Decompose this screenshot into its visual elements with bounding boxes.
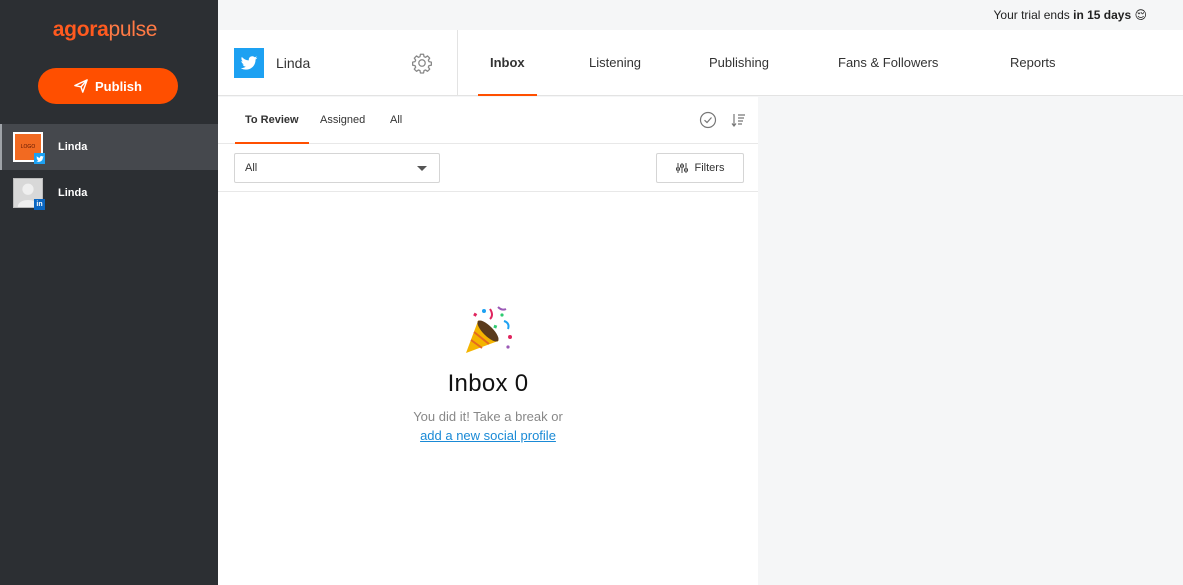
twitter-badge-icon [34,153,45,164]
tab-publishing[interactable]: Publishing [709,30,769,96]
account-selector: Linda [218,30,458,96]
empty-state: Inbox 0 You did it! Take a break or add … [218,297,758,445]
sidebar-profile-name: Linda [58,187,88,199]
inbox-subtabs: To Review Assigned All [218,97,758,144]
empty-state-subtitle: You did it! Take a break or [413,409,563,424]
party-popper-icon [466,306,512,353]
gear-icon[interactable] [411,52,433,74]
paper-plane-icon [74,79,88,93]
inbox-filter-select[interactable]: All [234,153,440,183]
add-social-profile-link[interactable]: add a new social profile [420,428,556,443]
avatar: in [13,178,45,210]
filters-button[interactable]: Filters [656,153,744,183]
check-circle-icon[interactable] [699,111,717,129]
logo-text-pulse: pulse [108,18,158,41]
avatar: LOGO [13,132,45,164]
empty-state-title: Inbox 0 [447,370,529,397]
top-header: Linda Inbox Listening Publishing Fans & … [218,30,1183,96]
agorapulse-logo[interactable]: agorapulse [0,18,210,42]
caret-down-icon [417,166,427,171]
publish-button[interactable]: Publish [38,68,178,104]
tab-inbox[interactable]: Inbox [478,30,537,96]
trial-days: in 15 days [1073,8,1132,22]
subtab-to-review[interactable]: To Review [235,97,309,144]
linkedin-badge-icon: in [34,199,45,210]
logo-text-agora: agora [52,18,109,41]
sliders-icon [675,163,688,173]
subtab-all[interactable]: All [390,97,402,144]
sidebar: agorapulse Publish LOGO Linda in Linda [0,0,218,585]
relieved-emoji-icon: 😌 [1134,8,1147,22]
avatar-logo-text: LOGO [20,144,36,150]
trial-notice: Your trial ends in 15 days 😌 [218,0,1183,30]
select-value: All [245,162,258,174]
subtab-assigned[interactable]: Assigned [320,97,365,144]
filters-button-label: Filters [694,162,725,174]
twitter-icon [234,48,264,78]
tab-fans-followers[interactable]: Fans & Followers [838,30,938,96]
account-name: Linda [276,55,311,71]
sidebar-profile-linda-twitter[interactable]: LOGO Linda [0,124,218,170]
sort-icon[interactable] [730,111,748,129]
tab-reports[interactable]: Reports [1010,30,1056,96]
sidebar-profile-name: Linda [58,141,88,153]
inbox-panel: To Review Assigned All All Filters Inbox… [218,97,758,585]
filter-row: All Filters [218,144,758,192]
publish-button-label: Publish [95,78,142,94]
tab-listening[interactable]: Listening [589,30,641,96]
sidebar-profile-linda-linkedin[interactable]: in Linda [0,170,218,216]
trial-text: Your trial ends [993,8,1074,22]
